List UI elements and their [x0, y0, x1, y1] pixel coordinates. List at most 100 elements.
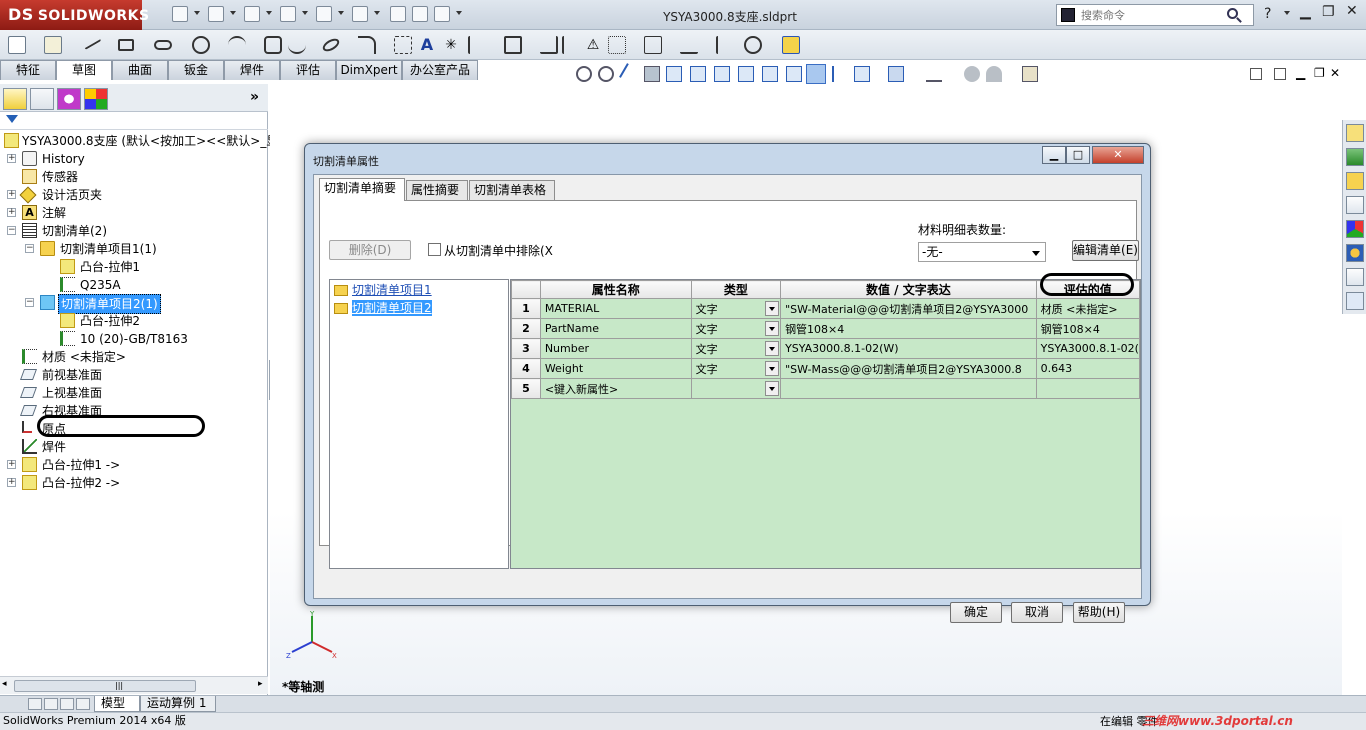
tab-surfaces[interactable]: 曲面 — [112, 60, 168, 80]
view-bottom-icon[interactable] — [786, 66, 802, 82]
hide-show-items-icon[interactable] — [926, 66, 942, 82]
type-cell[interactable]: 文字 — [690, 318, 782, 339]
expand-panel-icon[interactable]: » — [250, 89, 259, 105]
view-settings-icon[interactable] — [1022, 66, 1038, 82]
scroll-left-icon[interactable]: ◂ — [2, 679, 7, 689]
property-name-cell[interactable]: Number — [539, 338, 692, 359]
appearances-icon[interactable] — [1346, 220, 1364, 238]
file-explorer-icon[interactable] — [1346, 172, 1364, 190]
close-window-icon[interactable]: ✕ — [1346, 3, 1358, 19]
prev-tab-icon[interactable] — [44, 698, 58, 710]
zoom-to-area-icon[interactable] — [598, 66, 614, 82]
type-cell[interactable]: 文字 — [690, 338, 782, 359]
plane-icon[interactable] — [394, 36, 412, 54]
doc-minimize-icon[interactable]: ▁ — [1296, 66, 1308, 80]
view-palette-icon[interactable] — [1346, 196, 1364, 214]
edit-list-button[interactable]: 编辑清单(E) — [1072, 240, 1139, 261]
restore-window-icon[interactable]: ❐ — [1322, 4, 1335, 20]
linear-pattern-icon[interactable] — [608, 36, 626, 54]
expand-icon[interactable]: + — [7, 460, 16, 469]
expand-icon[interactable]: + — [7, 478, 16, 487]
view-back-icon[interactable] — [690, 66, 706, 82]
table-row[interactable]: 2 PartName 文字 钢管108×4 钢管108×4 — [511, 318, 1141, 339]
property-name-cell[interactable]: Weight — [539, 358, 692, 379]
repair-sketch-icon[interactable] — [716, 36, 734, 54]
new-property-cell[interactable]: <键入新属性> — [539, 378, 692, 399]
select-icon[interactable] — [352, 6, 368, 22]
appearance-manager-tab-icon[interactable] — [84, 88, 108, 110]
edit-appearance-icon[interactable] — [964, 66, 980, 82]
view-right-icon[interactable] — [738, 66, 754, 82]
filter-icon[interactable] — [6, 115, 18, 123]
polygon-icon[interactable] — [264, 36, 282, 54]
sketch-icon[interactable] — [8, 36, 26, 54]
scrollbar-thumb[interactable]: ||| — [14, 680, 196, 692]
display-style-icon[interactable] — [888, 66, 904, 82]
options-icon[interactable] — [434, 6, 450, 22]
display-relations-icon[interactable] — [680, 36, 698, 54]
list-item-cut-item-1[interactable]: 切割清单项目1 — [352, 282, 432, 298]
view-front-icon[interactable] — [666, 66, 682, 82]
file-properties-icon[interactable] — [412, 6, 428, 22]
expression-cell[interactable]: 钢管108×4 — [780, 318, 1037, 339]
command-search-box[interactable] — [1056, 4, 1254, 26]
undo-dropdown-icon[interactable] — [338, 11, 344, 15]
convert-entities-icon[interactable] — [504, 36, 522, 54]
custom-properties-icon[interactable] — [1346, 244, 1364, 262]
expand-icon[interactable]: + — [7, 190, 16, 199]
solidworks-forum-icon[interactable] — [1346, 268, 1364, 286]
configuration-manager-tab-icon[interactable] — [57, 88, 81, 110]
new-document-icon[interactable] — [172, 6, 188, 22]
last-tab-icon[interactable] — [76, 698, 90, 710]
ok-button[interactable]: 确定 — [950, 602, 1002, 623]
cancel-button[interactable]: 取消 — [1011, 602, 1063, 623]
instant-2d-icon[interactable] — [782, 36, 800, 54]
slot-icon[interactable] — [154, 40, 172, 50]
tile-icon[interactable] — [1250, 68, 1262, 80]
chevron-down-icon[interactable] — [765, 321, 780, 336]
select-dropdown-icon[interactable] — [374, 11, 380, 15]
apply-scene-icon[interactable] — [986, 66, 1002, 82]
dialog-maximize-button[interactable]: □ — [1066, 146, 1090, 164]
tab-weldments[interactable]: 焊件 — [224, 60, 280, 80]
type-cell[interactable] — [690, 378, 782, 399]
property-manager-tab-icon[interactable] — [30, 88, 54, 110]
doc-close-icon[interactable]: ✕ — [1330, 66, 1342, 80]
open-dropdown-icon[interactable] — [230, 11, 236, 15]
table-row[interactable]: 3 Number 文字 YSYA3000.8.1-02(W) YSYA3000.… — [511, 338, 1141, 359]
plastics-icon[interactable] — [1346, 292, 1364, 310]
dialog-close-button[interactable]: ✕ — [1092, 146, 1144, 164]
normal-to-icon[interactable] — [832, 66, 848, 82]
tab-cut-list-table[interactable]: 切割清单表格 — [469, 180, 555, 200]
next-tab-icon[interactable] — [60, 698, 74, 710]
solidworks-logo[interactable]: DS SOLIDWORKS — [0, 0, 149, 30]
save-icon[interactable] — [244, 6, 260, 22]
property-name-cell[interactable]: MATERIAL — [539, 298, 692, 319]
tab-cut-list-summary[interactable]: 切割清单摘要 — [319, 178, 405, 201]
ellipse-icon[interactable] — [320, 36, 342, 54]
exclude-checkbox[interactable] — [428, 243, 441, 256]
expand-icon[interactable]: + — [7, 208, 16, 217]
table-row[interactable]: 5 <键入新属性> — [511, 378, 1141, 399]
doc-restore-icon[interactable]: ❐ — [1314, 66, 1326, 80]
print-dropdown-icon[interactable] — [302, 11, 308, 15]
type-cell[interactable]: 文字 — [690, 298, 782, 319]
type-cell[interactable]: 文字 — [690, 358, 782, 379]
tab-sheet-metal[interactable]: 钣金 — [168, 60, 224, 80]
design-library-icon[interactable] — [1346, 148, 1364, 166]
mirror-icon[interactable] — [562, 36, 580, 54]
tab-features[interactable]: 特征 — [0, 60, 56, 80]
open-icon[interactable] — [208, 6, 224, 22]
rectangle-icon[interactable] — [118, 39, 134, 51]
print-icon[interactable] — [280, 6, 296, 22]
tab-office-products[interactable]: 办公室产品 — [402, 60, 478, 80]
tab-model[interactable]: 模型 — [94, 696, 140, 712]
previous-view-icon[interactable] — [619, 63, 641, 85]
list-item-cut-item-2[interactable]: 切割清单项目2 — [352, 300, 432, 316]
expression-cell[interactable]: YSYA3000.8.1-02(W) — [780, 338, 1037, 359]
view-isometric-icon[interactable] — [806, 64, 826, 84]
rebuild-icon[interactable] — [390, 6, 406, 22]
view-left-icon[interactable] — [714, 66, 730, 82]
fillet-icon[interactable] — [358, 36, 376, 54]
feature-manager-tab-icon[interactable] — [3, 88, 27, 110]
